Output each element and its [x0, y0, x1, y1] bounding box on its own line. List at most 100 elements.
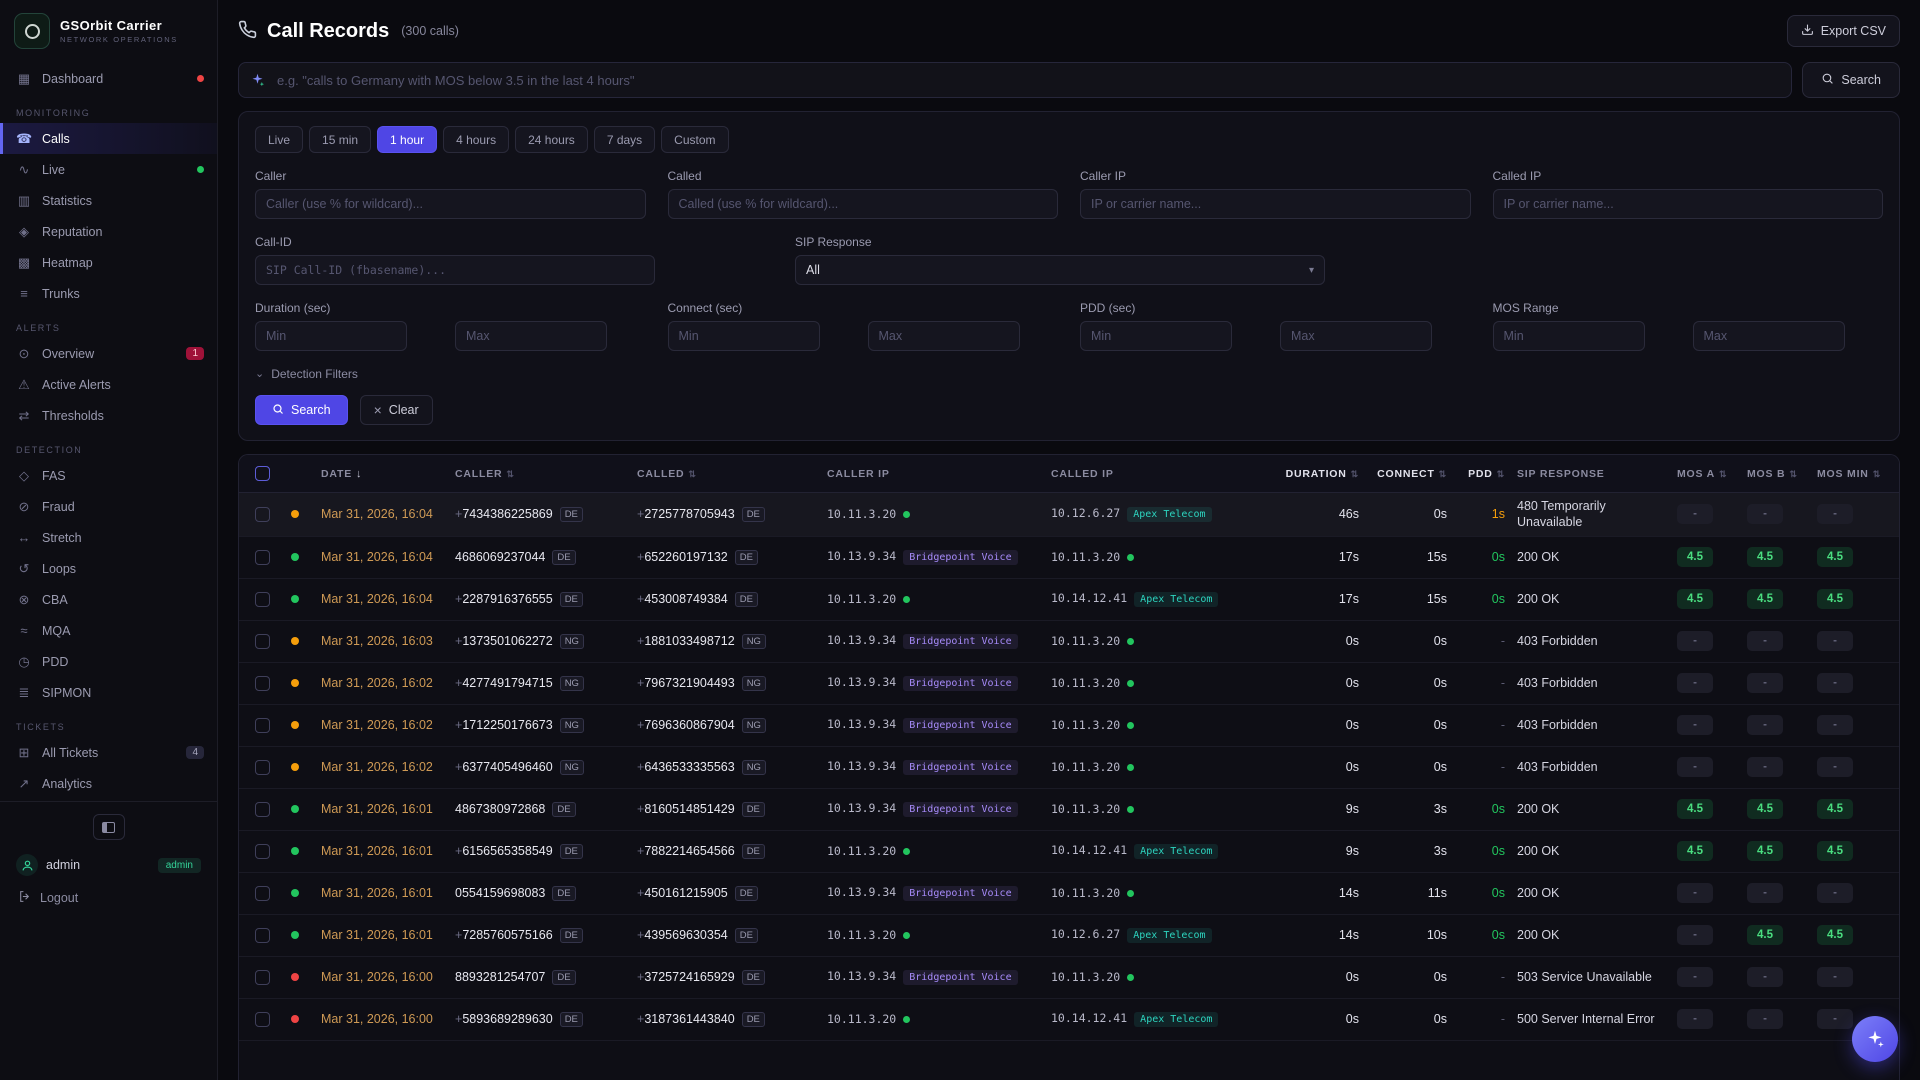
row-checkbox[interactable] [255, 592, 270, 607]
row-checkbox[interactable] [255, 507, 270, 522]
sidebar-item-cba[interactable]: ⊗CBA [0, 584, 217, 615]
online-status-dot [1127, 806, 1134, 813]
caller-ip: 10.13.9.34Bridgepoint Voice [821, 969, 1045, 985]
call-record-row[interactable]: Mar 31, 2026, 16:008893281254707DE+37257… [239, 957, 1899, 999]
row-checkbox[interactable] [255, 760, 270, 775]
column-header-duration[interactable]: DURATION⇅ [1273, 468, 1365, 480]
ai-search-input[interactable] [238, 62, 1792, 98]
row-checkbox[interactable] [255, 844, 270, 859]
export-csv-button[interactable]: Export CSV [1787, 15, 1900, 47]
mos-min-input[interactable] [1493, 321, 1645, 351]
sidebar-footer: admin admin Logout [0, 801, 217, 918]
call-record-row[interactable]: Mar 31, 2026, 16:02+4277491794715NG+7967… [239, 663, 1899, 705]
sidebar-item-calls[interactable]: ☎Calls [0, 123, 217, 154]
row-checkbox[interactable] [255, 802, 270, 817]
call-record-row[interactable]: Mar 31, 2026, 16:04+2287916376555DE+4530… [239, 579, 1899, 621]
call-record-row[interactable]: Mar 31, 2026, 16:04+7434386225869DE+2725… [239, 493, 1899, 537]
user-menu[interactable]: admin admin [16, 854, 201, 876]
row-checkbox[interactable] [255, 1012, 270, 1027]
sidebar-item-all-tickets[interactable]: ⊞All Tickets4 [0, 737, 217, 768]
time-range-15-min[interactable]: 15 min [309, 126, 371, 153]
status-dot-red [197, 75, 204, 82]
caller-filter-input[interactable] [255, 189, 646, 219]
column-header-mos-b[interactable]: MOS B⇅ [1741, 468, 1811, 480]
row-checkbox[interactable] [255, 634, 270, 649]
call-record-row[interactable]: Mar 31, 2026, 16:01+6156565358549DE+7882… [239, 831, 1899, 873]
sidebar-item-live[interactable]: ∿Live [0, 154, 217, 185]
table-header: DATE↓CALLER⇅CALLED⇅CALLER IPCALLED IPDUR… [239, 455, 1899, 493]
duration-value: 17s [1273, 550, 1365, 564]
called-ip-filter-input[interactable] [1493, 189, 1884, 219]
time-range-live[interactable]: Live [255, 126, 303, 153]
call-record-row[interactable]: Mar 31, 2026, 16:044686069237044DE+65226… [239, 537, 1899, 579]
connect-max-input[interactable] [868, 321, 1020, 351]
duration-min-input[interactable] [255, 321, 407, 351]
sidebar-item-fraud[interactable]: ⊘Fraud [0, 491, 217, 522]
call-record-row[interactable]: Mar 31, 2026, 16:02+6377405496460NG+6436… [239, 747, 1899, 789]
sidebar-item-heatmap[interactable]: ▩Heatmap [0, 247, 217, 278]
logout-label: Logout [40, 891, 78, 905]
call-record-row[interactable]: Mar 31, 2026, 16:02+1712250176673NG+7696… [239, 705, 1899, 747]
mos-max-input[interactable] [1693, 321, 1845, 351]
sidebar-item-sipmon[interactable]: ≣SIPMON [0, 677, 217, 708]
connect-value: 15s [1365, 592, 1453, 606]
pdd-max-input[interactable] [1280, 321, 1432, 351]
time-range-1-hour[interactable]: 1 hour [377, 126, 437, 153]
sidebar-item-reputation[interactable]: ◈Reputation [0, 216, 217, 247]
sidebar-item-trunks[interactable]: ≡Trunks [0, 278, 217, 309]
connect-min-input[interactable] [668, 321, 820, 351]
sidebar-item-statistics[interactable]: ▥Statistics [0, 185, 217, 216]
sidebar-item-analytics[interactable]: ↗Analytics [0, 768, 217, 799]
caller-ip-filter-input[interactable] [1080, 189, 1471, 219]
call-record-row[interactable]: Mar 31, 2026, 16:014867380972868DE+81605… [239, 789, 1899, 831]
row-checkbox[interactable] [255, 718, 270, 733]
caller-number: +1373501062272NG [449, 634, 631, 649]
row-checkbox[interactable] [255, 550, 270, 565]
called-filter-input[interactable] [668, 189, 1059, 219]
sidebar-item-loops[interactable]: ↺Loops [0, 553, 217, 584]
call-record-row[interactable]: Mar 31, 2026, 16:010554159698083DE+45016… [239, 873, 1899, 915]
time-range-custom[interactable]: Custom [661, 126, 728, 153]
caller-ip: 10.11.3.20 [821, 844, 1045, 858]
ai-assistant-button[interactable] [1852, 1016, 1898, 1062]
row-checkbox[interactable] [255, 928, 270, 943]
column-header-mos-min[interactable]: MOS MIN⇅ [1811, 468, 1899, 480]
sidebar-item-pdd[interactable]: ◷PDD [0, 646, 217, 677]
sidebar-item-fas[interactable]: ◇FAS [0, 460, 217, 491]
sidebar-item-active-alerts[interactable]: ⚠Active Alerts [0, 369, 217, 400]
mos-min-badge: - [1817, 715, 1853, 735]
column-header-mos-a[interactable]: MOS A⇅ [1671, 468, 1741, 480]
filter-clear-button[interactable]: × Clear [360, 395, 433, 425]
sidebar-item-thresholds[interactable]: ⇄Thresholds [0, 400, 217, 431]
column-header-caller[interactable]: CALLER⇅ [449, 468, 631, 480]
duration-max-input[interactable] [455, 321, 607, 351]
sip-response: 403 Forbidden [1511, 712, 1671, 738]
logout-button[interactable]: Logout [16, 890, 201, 906]
pdd-min-input[interactable] [1080, 321, 1232, 351]
call-record-row[interactable]: Mar 31, 2026, 16:01+7285760575166DE+4395… [239, 915, 1899, 957]
call-id-filter-input[interactable] [255, 255, 655, 285]
call-record-row[interactable]: Mar 31, 2026, 16:03+1373501062272NG+1881… [239, 621, 1899, 663]
column-header-called[interactable]: CALLED⇅ [631, 468, 821, 480]
column-header-pdd[interactable]: PDD⇅ [1453, 468, 1511, 480]
column-header-connect[interactable]: CONNECT⇅ [1365, 468, 1453, 480]
row-checkbox[interactable] [255, 970, 270, 985]
filter-search-button[interactable]: Search [255, 395, 348, 425]
sidebar-item-dashboard[interactable]: ▦Dashboard [0, 63, 217, 94]
detection-filters-toggle[interactable]: ⌄ Detection Filters [255, 367, 1883, 381]
ai-search-button[interactable]: Search [1802, 62, 1900, 98]
call-record-row[interactable]: Mar 31, 2026, 16:00+5893689289630DE+3187… [239, 999, 1899, 1041]
sidebar-item-mqa[interactable]: ≈MQA [0, 615, 217, 646]
sidebar-item-overview[interactable]: ⊙Overview1 [0, 338, 217, 369]
caller-number: +2287916376555DE [449, 592, 631, 607]
sip-response-select[interactable]: All ▾ [795, 255, 1325, 285]
column-header-date[interactable]: DATE↓ [315, 468, 449, 480]
collapse-sidebar-button[interactable] [93, 814, 125, 840]
row-checkbox[interactable] [255, 676, 270, 691]
select-all-checkbox[interactable] [255, 466, 270, 481]
row-checkbox[interactable] [255, 886, 270, 901]
time-range-24-hours[interactable]: 24 hours [515, 126, 588, 153]
sidebar-item-stretch[interactable]: ↔Stretch [0, 522, 217, 553]
time-range-7-days[interactable]: 7 days [594, 126, 655, 153]
time-range-4-hours[interactable]: 4 hours [443, 126, 509, 153]
